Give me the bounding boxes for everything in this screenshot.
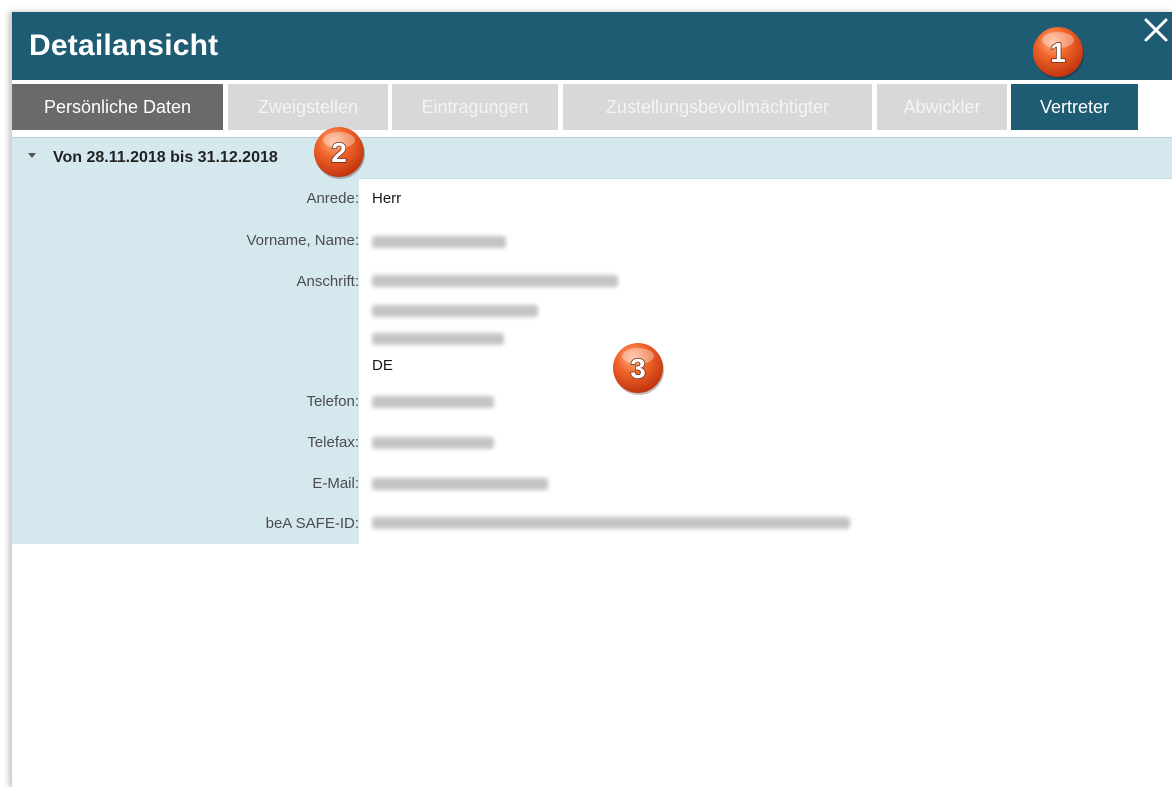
svg-text:2: 2 xyxy=(331,137,347,168)
label-telefax: Telefax: xyxy=(307,434,359,451)
tab-abwickler[interactable]: Abwickler xyxy=(877,84,1007,130)
label-email: E-Mail: xyxy=(312,475,359,492)
redacted-email xyxy=(372,478,548,490)
period-title: Von 28.11.2018 bis 31.12.2018 xyxy=(53,149,278,166)
value-country: DE xyxy=(372,357,393,374)
svg-text:1: 1 xyxy=(1050,37,1066,68)
redacted-address-line-3 xyxy=(372,333,504,345)
caret-down-icon xyxy=(28,153,36,158)
tab-persoenliche-daten[interactable]: Persönliche Daten xyxy=(12,84,223,130)
callout-badge-2: 2 xyxy=(311,124,367,180)
label-anrede: Anrede: xyxy=(306,190,359,207)
svg-text:3: 3 xyxy=(630,353,646,384)
period-section-header[interactable]: Von 28.11.2018 bis 31.12.2018 xyxy=(12,137,1172,179)
label-safe-id: beA SAFE-ID: xyxy=(265,515,359,532)
redacted-telefon xyxy=(372,396,494,408)
tab-eintragungen[interactable]: Eintragungen xyxy=(392,84,558,130)
detail-dialog: Detailansicht Persönliche Daten Zweigste… xyxy=(11,12,1172,787)
close-icon xyxy=(1144,18,1168,42)
redacted-safe-id xyxy=(372,517,850,529)
close-button[interactable] xyxy=(1134,8,1172,52)
redacted-telefax xyxy=(372,437,494,449)
value-anrede: Herr xyxy=(372,190,402,207)
label-name: Vorname, Name: xyxy=(246,232,359,249)
callout-badge-3: 3 xyxy=(610,340,666,396)
redacted-address-line-1 xyxy=(372,275,618,287)
redacted-name xyxy=(372,236,506,248)
label-anschrift: Anschrift: xyxy=(296,273,359,290)
label-telefon: Telefon: xyxy=(306,393,359,410)
tab-zustellungsbevollmaechtigter[interactable]: Zustellungsbevollmächtigter xyxy=(563,84,872,130)
tab-bar: Persönliche Daten Zweigstellen Eintragun… xyxy=(12,84,1172,132)
redacted-address-line-2 xyxy=(372,305,538,317)
title-bar: Detailansicht xyxy=(12,12,1172,80)
dialog-title: Detailansicht xyxy=(29,29,219,62)
tab-vertreter[interactable]: Vertreter xyxy=(1011,84,1138,130)
callout-badge-1: 1 xyxy=(1030,24,1086,80)
